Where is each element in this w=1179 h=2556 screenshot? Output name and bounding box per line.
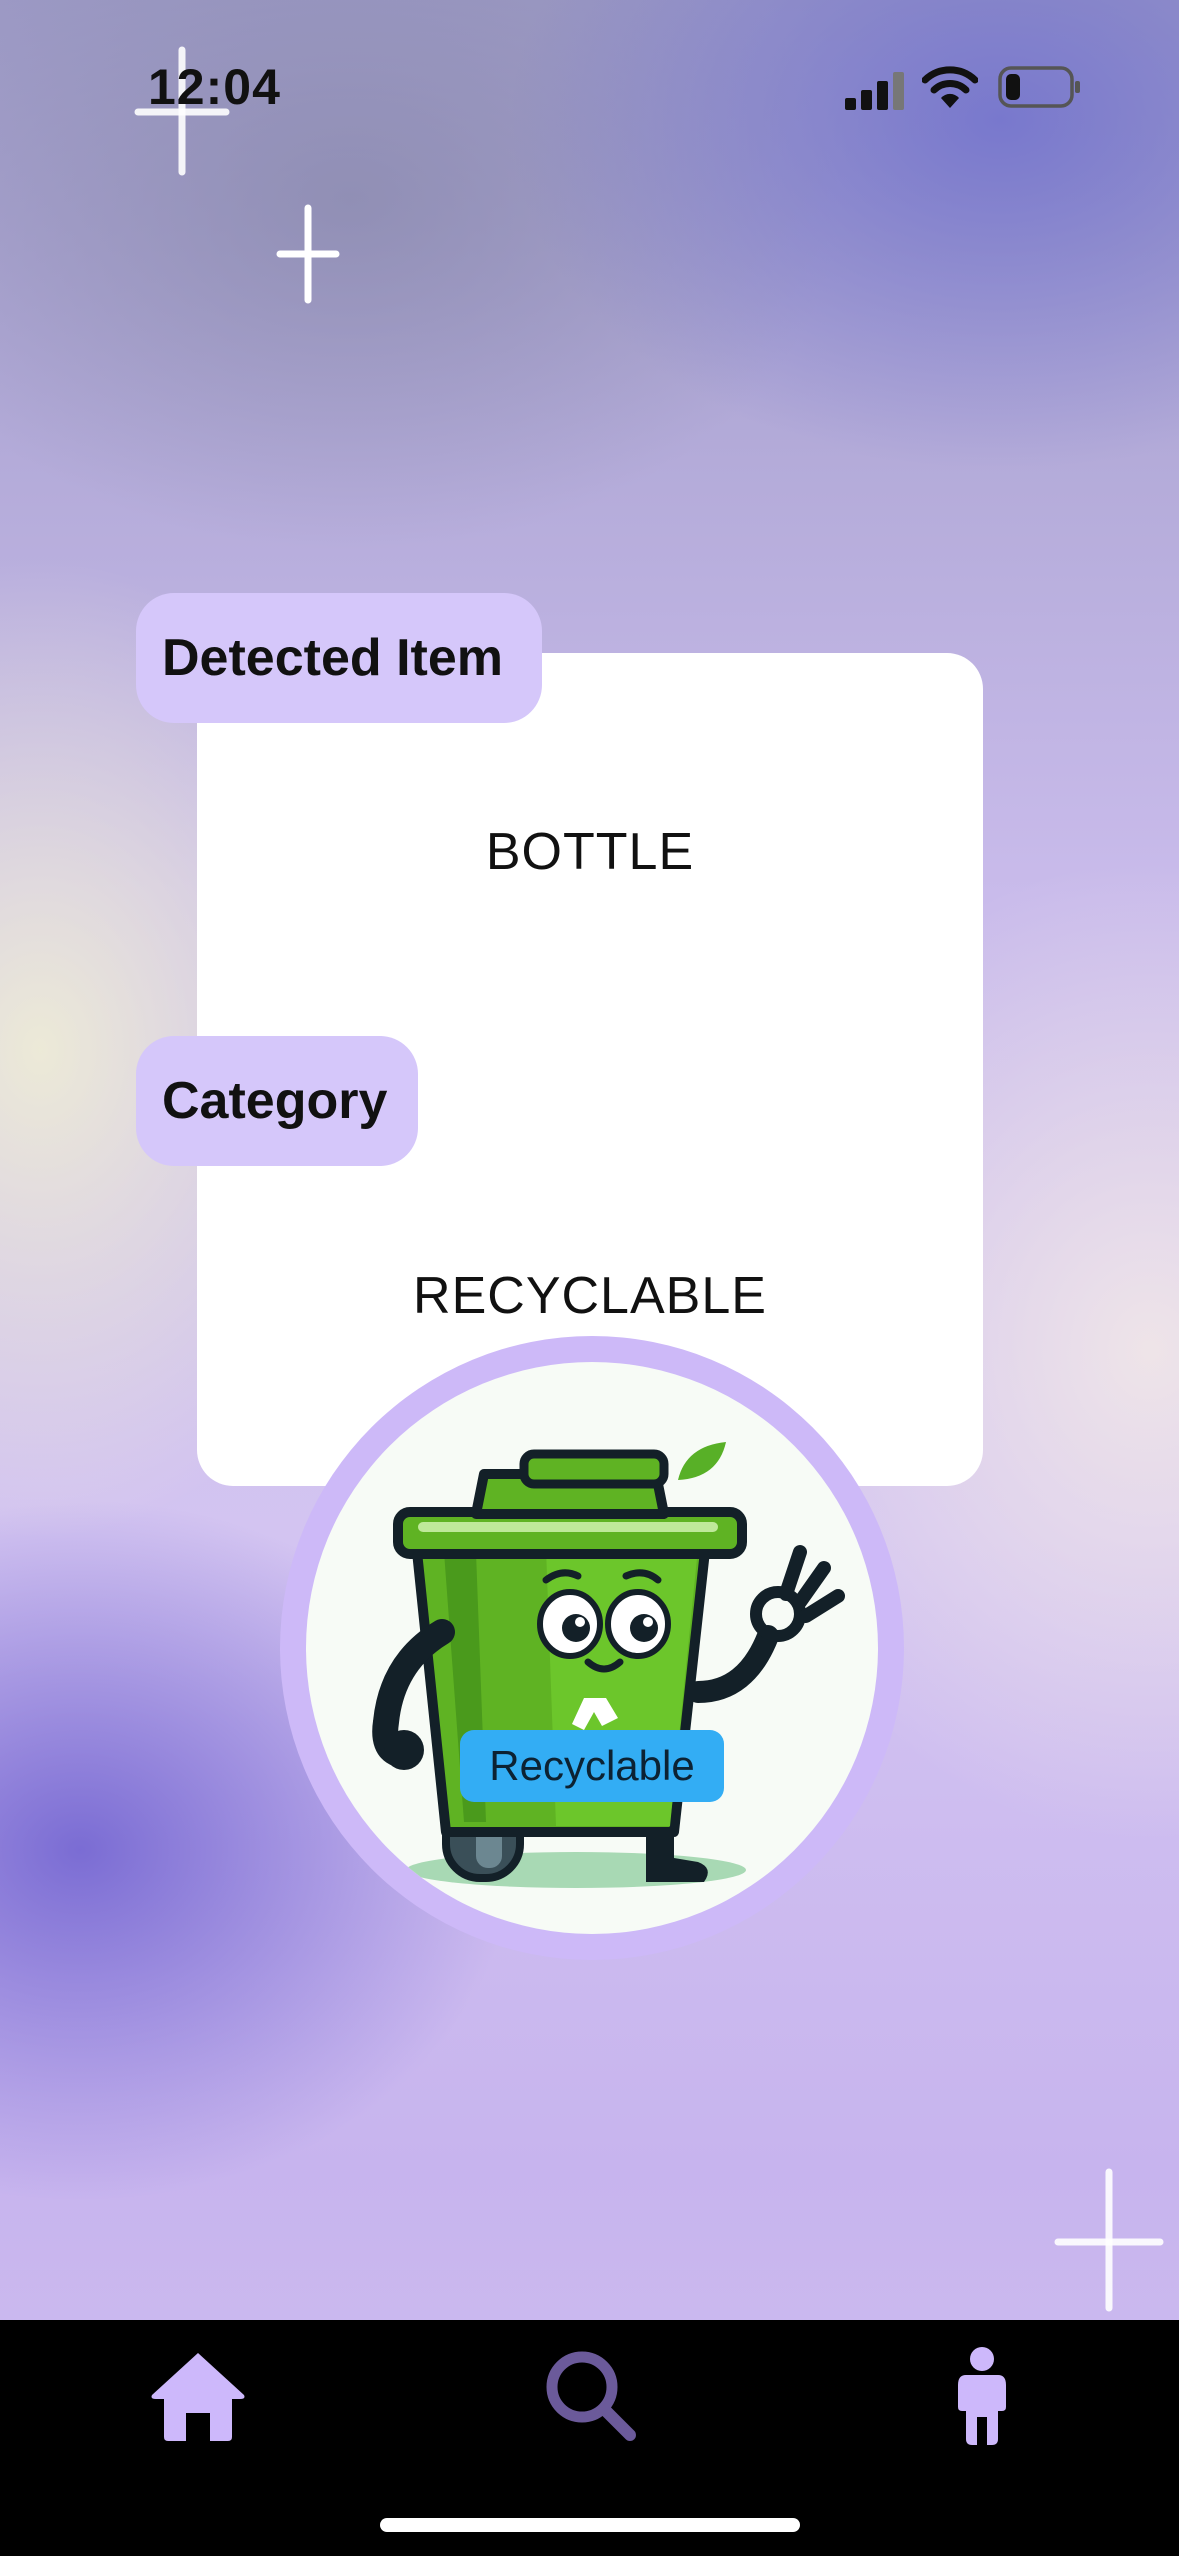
nav-home-button[interactable] [148, 2345, 248, 2445]
detected-item-label: Detected Item [136, 593, 542, 723]
mascot-image-frame [306, 1362, 878, 1934]
battery-low-icon [998, 66, 1080, 108]
status-time: 12:04 [148, 59, 281, 115]
signal-icon [845, 72, 904, 110]
person-icon [958, 2347, 1006, 2445]
home-icon [151, 2353, 245, 2441]
recycling-bin-mascot [372, 1442, 845, 1888]
wifi-icon [922, 66, 978, 108]
nav-search-button[interactable] [540, 2345, 640, 2445]
home-indicator[interactable] [380, 2518, 800, 2532]
detected-item-value: BOTTLE [485, 823, 695, 881]
sparkle-icon [1054, 2168, 1164, 2312]
category-label: Category [136, 1036, 418, 1166]
category-value: RECYCLABLE [413, 1267, 767, 1325]
recyclable-badge: Recyclable [460, 1730, 724, 1802]
search-icon [546, 2351, 636, 2441]
nav-profile-button[interactable] [932, 2345, 1032, 2445]
sparkle-icon [276, 204, 340, 304]
mascot-badge [280, 1336, 904, 1960]
status-bar: 12:04 [0, 0, 1179, 170]
